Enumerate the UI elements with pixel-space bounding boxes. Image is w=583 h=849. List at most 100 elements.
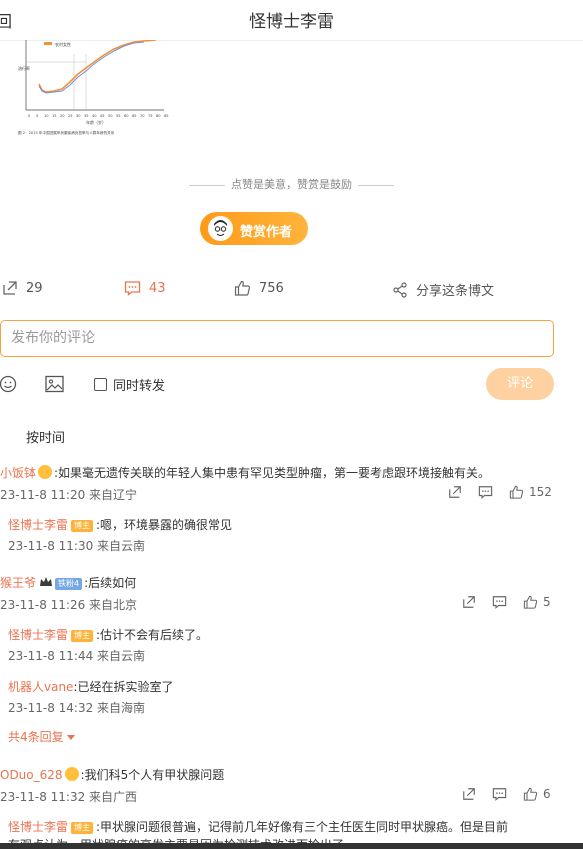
figure-x-tick: 35 [84,114,89,118]
repost-icon [3,281,17,295]
reply-username[interactable]: 怪博士李雷 [8,518,68,532]
share-button[interactable]: 分享这条博文 [392,280,494,299]
figure-x-tick: 15 [52,114,57,118]
figure-x-tick: 50 [108,114,113,118]
comment-meta: 23-11-8 11:26 来自北京 [0,598,138,612]
image-icon [45,375,64,393]
comment-username[interactable]: 小饭钵 [0,466,36,480]
comment-like-count: 152 [529,485,552,499]
figure-x-tick: 20 [60,114,65,118]
figure-x-tick: 40 [92,114,97,118]
comment-text: :后续如何 [84,576,137,590]
comment-actions: 6 [462,787,551,801]
figure-x-tick: 0 [28,114,31,118]
reply-item: 怪博士李雷 博主:估计不会有后续了。 [8,624,208,643]
comment-meta: 23-11-8 11:32 来自广西 [0,790,138,804]
like-button[interactable]: 756 [234,280,284,296]
reply-item: 怪博士李雷 博主:甲状腺问题很普遍，记得前几年好像有三个主任医生同时甲状腺癌。但是… [8,816,583,835]
comment-icon[interactable] [492,787,507,801]
reply-username[interactable]: 怪博士李雷 [8,820,68,834]
figure-x-tick: 55 [116,114,121,118]
comment-icon[interactable] [492,595,507,609]
figure-x-tick: 75 [148,114,153,118]
comment-like-button[interactable]: 152 [509,485,552,499]
author-badge: 博主 [71,520,94,532]
reply-text: :估计不会有后续了。 [96,628,209,642]
reply-text: :嗯，环境暴露的确很常见 [96,518,233,532]
comment-box [0,320,554,357]
author-badge: 博主 [71,822,94,834]
thumbs-up-icon [523,595,538,609]
comment-like-button[interactable]: 5 [523,595,551,609]
comment-like-count: 5 [543,595,551,609]
image-upload-button[interactable] [45,375,64,397]
reply-text-continued: 有观点认为，甲状腺癌的高发主要是因为检测技术改进而检出了 [8,836,583,843]
comment-text: :我们科5个人有甲状腺问题 [80,768,225,782]
article-figure: 农村女性 流行率 0 5 10 15 20 25 30 35 40 45 50 … [14,39,174,140]
fans-badge: 铁粉4 [55,578,83,590]
comment-like-button[interactable]: 6 [523,787,551,801]
page-title: 怪博士李雷 [249,12,334,32]
thumbs-up-icon [523,787,538,801]
author-avatar [208,216,233,241]
svg-text:流行率: 流行率 [18,65,30,71]
emoji-button[interactable] [0,375,18,397]
emoji-icon [0,375,17,393]
comment-input[interactable] [1,321,551,354]
crown-icon [39,573,53,586]
caret-down-icon [66,735,75,740]
reply-meta: 23-11-8 11:30 来自云南 [8,539,146,553]
repost-checkbox[interactable] [94,378,107,391]
figure-x-tick: 85 [164,114,169,118]
thumbs-up-icon [234,280,251,296]
comment-actions: 152 [448,485,552,499]
share-icon [393,281,407,298]
comment-icon [124,281,141,296]
comment-username[interactable]: ODuo_628 [0,768,63,782]
figure-x-tick: 80 [156,114,161,118]
comment-text: :如果毫无遗传关联的年轻人集中患有罕见类型肿瘤，第一要考虑跟环境接触有关。 [54,466,491,480]
reply-text: :已经在拆实验室了 [73,680,174,694]
repost-icon[interactable] [462,595,476,609]
repost-icon[interactable] [462,787,476,801]
comment-like-count: 6 [543,787,551,801]
figure-x-tick: 25 [68,114,73,118]
figure-x-tick: 5 [36,114,38,118]
reply-meta: 23-11-8 11:44 来自云南 [8,649,146,663]
member-badge-icon [64,767,79,781]
reply-item: 怪博士李雷 博主:嗯，环境暴露的确很常见 [8,514,232,533]
comment-item: 小饭钵 :如果毫无遗传关联的年轻人集中患有罕见类型肿瘤，第一要考虑跟环境接触有关。 [0,462,583,481]
comment-item: 猴王爷 铁粉4:后续如何 [0,572,136,591]
submit-comment-button[interactable]: 评论 [486,368,554,400]
reply-username[interactable]: 怪博士李雷 [8,628,68,642]
sort-by-time[interactable]: 按时间 [26,427,65,446]
comment-count: 43 [149,280,166,296]
comment-icon[interactable] [478,485,493,499]
figure-x-label: 年龄（岁） [86,119,106,125]
reward-label: 赞赏作者 [240,225,293,240]
figure-x-tick: 10 [44,114,49,118]
comment-username[interactable]: 猴王爷 [0,576,36,590]
more-replies-link[interactable]: 共4条回复 [8,728,75,745]
reward-author-button[interactable]: 赞赏作者 [200,212,308,245]
figure-caption: 图 2 2015 年中国进展甲状腺疾病负担率与人群年龄的关系 [18,130,115,135]
figure-x-tick: 70 [140,114,145,118]
repost-icon[interactable] [448,485,462,499]
reply-meta: 23-11-8 14:32 来自海南 [8,701,146,715]
comment-meta: 23-11-8 11:20 来自辽宁 [0,488,138,502]
repost-count: 29 [26,280,43,296]
reply-text: :甲状腺问题很普遍，记得前几年好像有三个主任医生同时甲状腺癌。但是目前 [96,820,509,834]
like-count: 756 [259,280,284,296]
figure-legend: 农村女性 [55,41,71,47]
figure-x-tick: 65 [132,114,137,118]
comment-tab-button[interactable]: 43 [124,280,166,296]
likes-hint: 点赞是美意，赞赏是鼓励 [0,176,583,192]
reply-username[interactable]: 机器人vane [8,680,73,694]
repost-checkbox-label[interactable]: 同时转发 [94,375,165,394]
top-bar: 回 怪博士李雷 [0,0,583,41]
repost-button[interactable]: 29 [2,280,43,296]
comment-actions: 5 [462,595,551,609]
member-badge-icon [38,465,53,479]
share-label: 分享这条博文 [416,284,495,299]
comment-item: ODuo_628 :我们科5个人有甲状腺问题 [0,764,224,783]
